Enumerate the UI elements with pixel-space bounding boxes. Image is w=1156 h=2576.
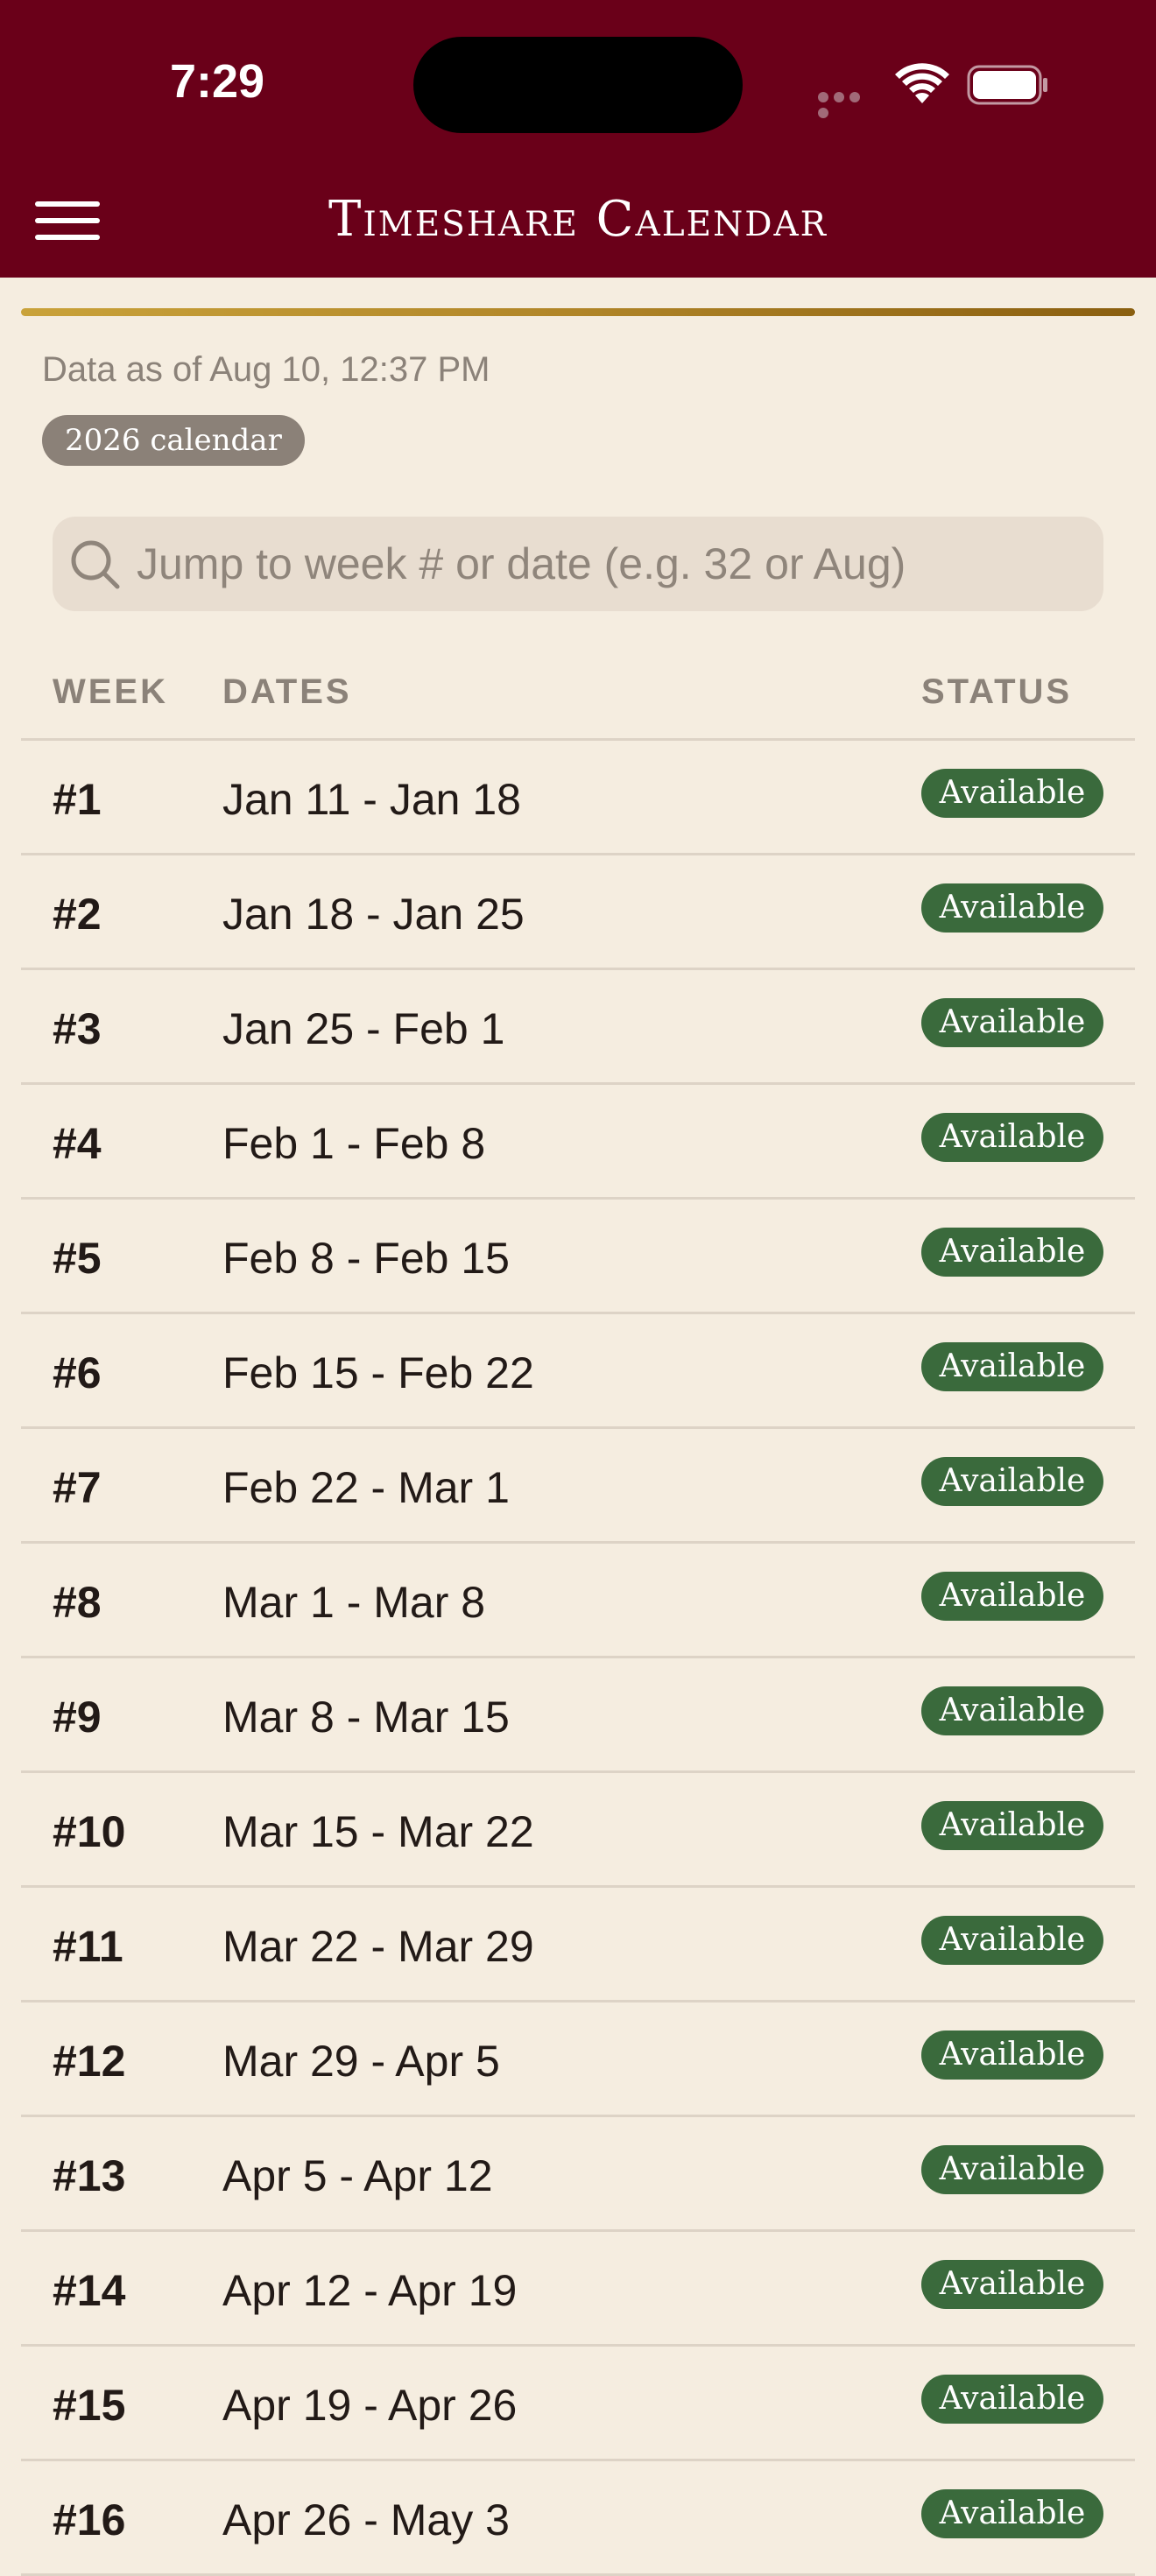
table-row[interactable]: #6 Feb 15 - Feb 22 Available bbox=[21, 1314, 1135, 1429]
row-dates: Mar 15 - Mar 22 bbox=[222, 1807, 534, 1856]
calendar-year-badge: 2026 calendar bbox=[42, 415, 305, 466]
row-week: #7 bbox=[53, 1463, 102, 1512]
column-header-status: STATUS bbox=[921, 672, 1073, 711]
table-row[interactable]: #16 Apr 26 - May 3 Available bbox=[21, 2461, 1135, 2576]
row-dates: Jan 11 - Jan 18 bbox=[222, 775, 521, 824]
row-week: #16 bbox=[53, 2495, 126, 2544]
row-week: #2 bbox=[53, 890, 102, 939]
table-row[interactable]: #2 Jan 18 - Jan 25 Available bbox=[21, 855, 1135, 970]
row-week: #5 bbox=[53, 1234, 102, 1283]
cellular-signal-icon bbox=[818, 91, 879, 118]
table-row[interactable]: #5 Feb 8 - Feb 15 Available bbox=[21, 1200, 1135, 1314]
table-row[interactable]: #7 Feb 22 - Mar 1 Available bbox=[21, 1429, 1135, 1544]
column-header-dates: DATES bbox=[222, 672, 352, 711]
row-dates: Mar 1 - Mar 8 bbox=[222, 1578, 486, 1627]
table-row[interactable]: #1 Jan 11 - Jan 18 Available bbox=[21, 741, 1135, 855]
dynamic-island bbox=[413, 37, 743, 133]
app-title: Timeshare Calendar bbox=[328, 191, 828, 248]
week-list: #1 Jan 11 - Jan 18 Available #2 Jan 18 -… bbox=[21, 741, 1135, 2576]
app-header: 7:29 Timeshare Calendar bbox=[0, 0, 1156, 278]
status-badge: Available bbox=[921, 1457, 1103, 1506]
table-row[interactable]: #12 Mar 29 - Apr 5 Available bbox=[21, 2002, 1135, 2117]
status-badge: Available bbox=[921, 769, 1103, 818]
search-icon bbox=[71, 540, 120, 589]
status-badge: Available bbox=[921, 1228, 1103, 1277]
row-week: #15 bbox=[53, 2381, 126, 2430]
row-dates: Apr 26 - May 3 bbox=[222, 2495, 510, 2544]
row-dates: Feb 15 - Feb 22 bbox=[222, 1348, 534, 1397]
status-bar-time: 7:29 bbox=[170, 55, 265, 108]
row-week: #14 bbox=[53, 2266, 126, 2315]
data-timestamp: Data as of Aug 10, 12:37 PM bbox=[42, 350, 490, 389]
table-row[interactable]: #8 Mar 1 - Mar 8 Available bbox=[21, 1544, 1135, 1658]
status-badge: Available bbox=[921, 2375, 1103, 2424]
row-dates: Feb 8 - Feb 15 bbox=[222, 1234, 510, 1283]
row-week: #6 bbox=[53, 1348, 102, 1397]
row-week: #9 bbox=[53, 1693, 102, 1742]
row-dates: Mar 8 - Mar 15 bbox=[222, 1693, 510, 1742]
search-input[interactable] bbox=[135, 517, 1089, 611]
table-row[interactable]: #9 Mar 8 - Mar 15 Available bbox=[21, 1658, 1135, 1773]
table-header: WEEK DATES STATUS bbox=[21, 648, 1135, 741]
row-week: #12 bbox=[53, 2037, 126, 2086]
status-badge: Available bbox=[921, 2145, 1103, 2194]
row-dates: Feb 22 - Mar 1 bbox=[222, 1463, 510, 1512]
row-dates: Feb 1 - Feb 8 bbox=[222, 1119, 486, 1168]
row-week: #13 bbox=[53, 2151, 126, 2200]
row-dates: Apr 5 - Apr 12 bbox=[222, 2151, 493, 2200]
status-badge: Available bbox=[921, 1686, 1103, 1735]
search-box[interactable] bbox=[53, 517, 1103, 611]
status-badge: Available bbox=[921, 1572, 1103, 1621]
table-row[interactable]: #14 Apr 12 - Apr 19 Available bbox=[21, 2232, 1135, 2347]
table-row[interactable]: #15 Apr 19 - Apr 26 Available bbox=[21, 2347, 1135, 2461]
table-row[interactable]: #11 Mar 22 - Mar 29 Available bbox=[21, 1888, 1135, 2002]
table-row[interactable]: #10 Mar 15 - Mar 22 Available bbox=[21, 1773, 1135, 1888]
row-week: #4 bbox=[53, 1119, 102, 1168]
row-week: #1 bbox=[53, 775, 102, 824]
battery-icon bbox=[967, 65, 1047, 105]
table-row[interactable]: #13 Apr 5 - Apr 12 Available bbox=[21, 2117, 1135, 2232]
table-row[interactable]: #3 Jan 25 - Feb 1 Available bbox=[21, 970, 1135, 1085]
column-header-week: WEEK bbox=[53, 672, 168, 711]
status-badge: Available bbox=[921, 2260, 1103, 2309]
status-badge: Available bbox=[921, 998, 1103, 1047]
row-week: #10 bbox=[53, 1807, 126, 1856]
status-badge: Available bbox=[921, 1113, 1103, 1162]
row-dates: Apr 12 - Apr 19 bbox=[222, 2266, 518, 2315]
status-badge: Available bbox=[921, 883, 1103, 933]
status-badge: Available bbox=[921, 1342, 1103, 1391]
status-badge: Available bbox=[921, 2031, 1103, 2080]
row-dates: Mar 22 - Mar 29 bbox=[222, 1922, 534, 1971]
row-week: #3 bbox=[53, 1004, 102, 1053]
row-dates: Jan 18 - Jan 25 bbox=[222, 890, 525, 939]
status-badge: Available bbox=[921, 2489, 1103, 2538]
row-week: #11 bbox=[53, 1922, 123, 1971]
gold-divider bbox=[21, 308, 1135, 316]
table-row[interactable]: #4 Feb 1 - Feb 8 Available bbox=[21, 1085, 1135, 1200]
row-week: #8 bbox=[53, 1578, 102, 1627]
row-dates: Jan 25 - Feb 1 bbox=[222, 1004, 505, 1053]
row-dates: Mar 29 - Apr 5 bbox=[222, 2037, 500, 2086]
status-badge: Available bbox=[921, 1801, 1103, 1850]
wifi-icon bbox=[895, 63, 949, 103]
row-dates: Apr 19 - Apr 26 bbox=[222, 2381, 518, 2430]
status-badge: Available bbox=[921, 1916, 1103, 1965]
